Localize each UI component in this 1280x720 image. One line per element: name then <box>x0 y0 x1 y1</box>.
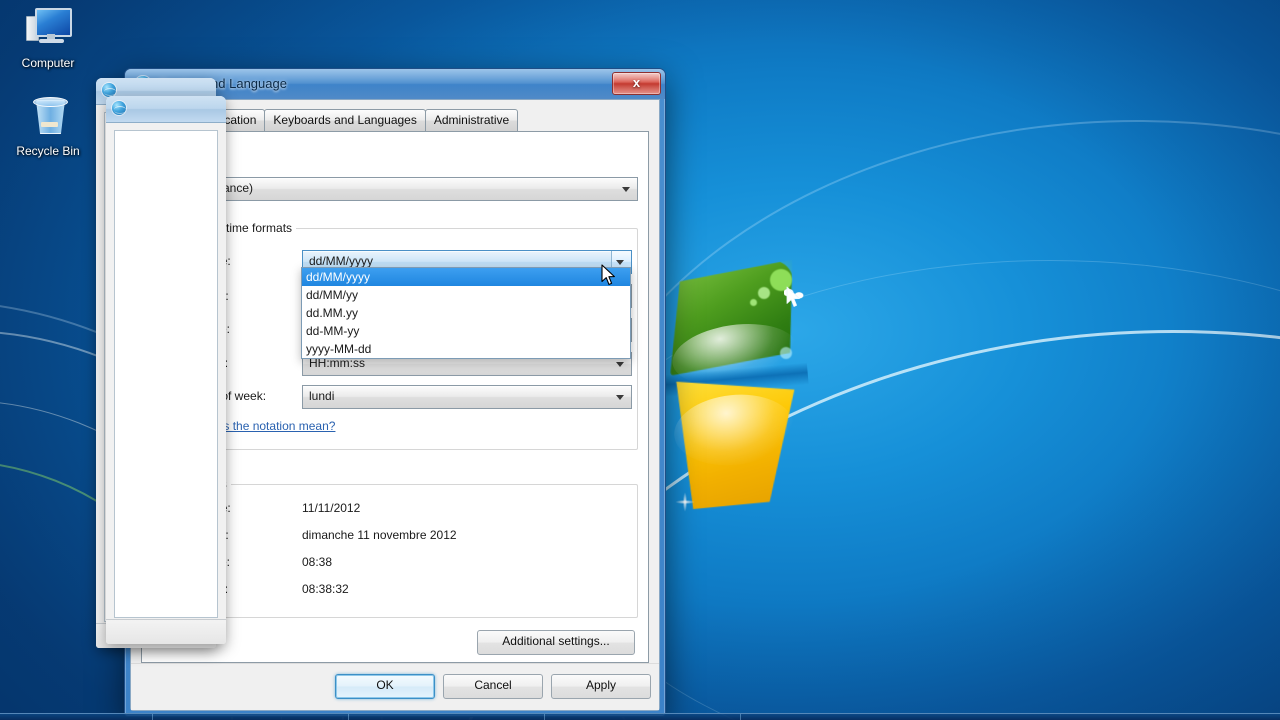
desktop-screen: Computer Recycle Bin Region and Language… <box>0 0 1280 720</box>
desktop-icon-recycle-bin[interactable]: Recycle Bin <box>2 94 94 158</box>
chevron-down-icon <box>622 187 630 192</box>
background-window-inner[interactable] <box>106 96 226 644</box>
tab-label: Keyboards and Languages <box>273 113 417 127</box>
button-label: Additional settings... <box>502 634 610 648</box>
desktop-icon-label: Computer <box>21 56 75 70</box>
close-icon: x <box>632 75 641 90</box>
dropdown-option[interactable]: dd/MM/yyyy <box>302 268 630 286</box>
windows-logo <box>657 255 837 519</box>
apply-button[interactable]: Apply <box>551 674 651 699</box>
window-icon <box>112 101 128 117</box>
taskbar[interactable] <box>0 713 1280 720</box>
dialog-footer: OK Cancel Apply <box>131 663 659 710</box>
dropdown-option[interactable]: dd.MM.yy <box>302 304 630 322</box>
dropdown-option[interactable]: dd/MM/yy <box>302 286 630 304</box>
chevron-down-icon <box>616 395 624 400</box>
additional-settings-button[interactable]: Additional settings... <box>477 630 635 655</box>
recycle-bin-icon <box>24 94 72 140</box>
tab-administrative[interactable]: Administrative <box>424 109 519 132</box>
butterfly-icon <box>784 287 804 301</box>
button-label: Cancel <box>474 678 512 692</box>
example-long-time-value: 08:38:32 <box>302 582 349 596</box>
examples-group: Examples Short date: 11/11/2012 Long dat… <box>160 477 638 618</box>
short-date-combobox-value: dd/MM/yyyy <box>309 254 374 268</box>
dropdown-option[interactable]: dd-MM-yy <box>302 322 630 340</box>
example-long-date-value: dimanche 11 novembre 2012 <box>302 528 457 542</box>
computer-icon <box>24 6 72 52</box>
button-label: OK <box>376 678 394 692</box>
first-day-of-week-value: lundi <box>309 389 335 403</box>
chevron-down-icon <box>616 260 624 265</box>
example-short-date-value: 11/11/2012 <box>302 501 361 515</box>
cancel-button[interactable]: Cancel <box>443 674 543 699</box>
short-date-dropdown-list[interactable]: dd/MM/yyyy dd/MM/yy dd.MM.yy dd-MM-yy yy… <box>301 267 631 359</box>
tab-label: Administrative <box>433 113 510 127</box>
chevron-down-icon <box>616 362 624 367</box>
button-label: Apply <box>585 678 617 692</box>
first-day-of-week-combobox[interactable]: lundi <box>302 385 632 409</box>
example-short-time-value: 08:38 <box>302 555 333 569</box>
desktop-icon-computer[interactable]: Computer <box>2 6 94 70</box>
dropdown-option[interactable]: yyyy-MM-dd <box>302 340 630 358</box>
tab-keyboards-and-languages[interactable]: Keyboards and Languages <box>264 109 426 132</box>
desktop-icon-label: Recycle Bin <box>16 144 80 158</box>
format-combobox[interactable]: French (France) <box>160 177 638 201</box>
close-button[interactable]: x <box>612 72 661 95</box>
ok-button[interactable]: OK <box>335 674 435 699</box>
